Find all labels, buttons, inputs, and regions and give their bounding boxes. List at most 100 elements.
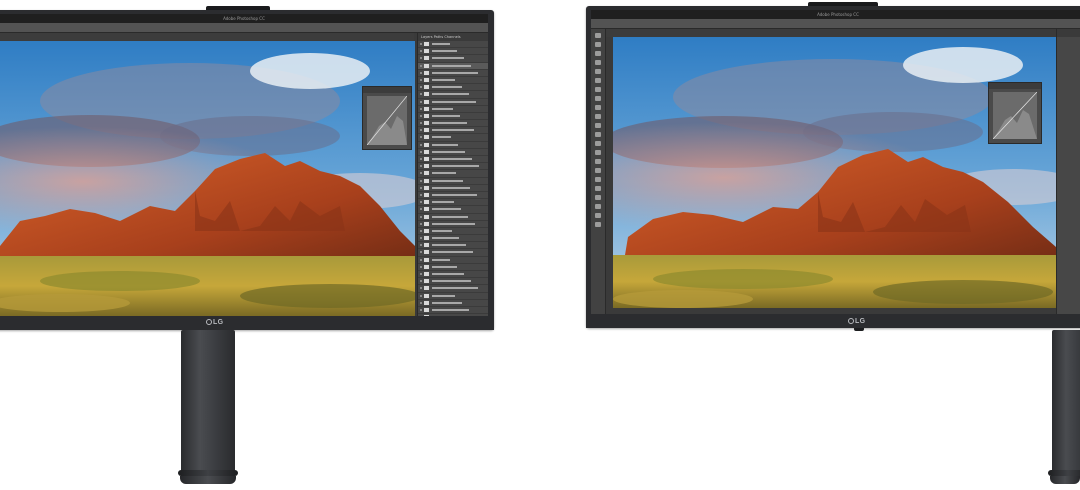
eye-icon[interactable] xyxy=(420,215,422,218)
eye-icon[interactable] xyxy=(420,50,422,53)
layer-row[interactable] xyxy=(418,271,488,279)
eye-icon[interactable] xyxy=(420,64,422,67)
eye-icon[interactable] xyxy=(420,201,422,204)
layer-row[interactable] xyxy=(418,235,488,243)
layer-row[interactable] xyxy=(418,264,488,271)
eye-icon[interactable] xyxy=(420,165,422,168)
eye-icon[interactable] xyxy=(420,57,422,60)
eye-icon[interactable] xyxy=(420,294,422,297)
eye-icon[interactable] xyxy=(420,258,422,261)
eye-icon[interactable] xyxy=(420,172,422,175)
eye-icon[interactable] xyxy=(420,100,422,103)
layer-row[interactable] xyxy=(418,62,488,70)
layer-row[interactable] xyxy=(418,142,488,149)
layer-row[interactable] xyxy=(418,307,488,315)
layer-row[interactable] xyxy=(418,48,488,56)
tool-icon[interactable] xyxy=(595,177,601,182)
tool-icon[interactable] xyxy=(595,69,601,74)
tool-icon[interactable] xyxy=(595,150,601,155)
layer-row[interactable] xyxy=(418,178,488,185)
eye-icon[interactable] xyxy=(420,158,422,160)
layer-row[interactable] xyxy=(418,293,488,300)
layer-row[interactable] xyxy=(418,99,488,106)
layer-row[interactable] xyxy=(418,91,488,99)
tool-icon[interactable] xyxy=(595,141,601,146)
tool-icon[interactable] xyxy=(595,204,601,209)
tool-icon[interactable] xyxy=(595,42,601,47)
document-tab[interactable] xyxy=(606,29,1010,37)
layer-row[interactable] xyxy=(418,185,488,192)
curves-panel[interactable] xyxy=(988,82,1042,144)
layer-row[interactable] xyxy=(418,285,488,293)
tool-icon[interactable] xyxy=(595,60,601,65)
eye-icon[interactable] xyxy=(420,301,422,304)
eye-icon[interactable] xyxy=(420,78,422,81)
layer-row[interactable] xyxy=(418,242,488,250)
layer-row[interactable] xyxy=(418,113,488,121)
layer-row[interactable] xyxy=(418,163,488,171)
panel-tabs[interactable] xyxy=(1057,29,1080,37)
eye-icon[interactable] xyxy=(420,273,422,275)
tool-icon[interactable] xyxy=(595,78,601,83)
eye-icon[interactable] xyxy=(420,186,422,189)
eye-icon[interactable] xyxy=(420,129,422,132)
layer-row[interactable] xyxy=(418,84,488,92)
eye-icon[interactable] xyxy=(420,208,422,211)
layer-row[interactable] xyxy=(418,214,488,221)
layer-row[interactable] xyxy=(418,134,488,142)
layer-row[interactable] xyxy=(418,206,488,214)
tool-icon[interactable] xyxy=(595,186,601,191)
curves-graph[interactable] xyxy=(993,92,1037,139)
eye-icon[interactable] xyxy=(420,136,422,139)
tool-icon[interactable] xyxy=(595,159,601,164)
tool-icon[interactable] xyxy=(595,195,601,200)
eye-icon[interactable] xyxy=(420,244,422,247)
eye-icon[interactable] xyxy=(420,107,422,110)
document-tab[interactable] xyxy=(0,33,414,41)
eye-icon[interactable] xyxy=(420,150,422,153)
curves-panel[interactable] xyxy=(362,86,412,150)
eye-icon[interactable] xyxy=(420,86,422,89)
eye-icon[interactable] xyxy=(420,229,422,232)
joystick-button[interactable] xyxy=(854,328,864,331)
layer-row[interactable] xyxy=(418,55,488,63)
eye-icon[interactable] xyxy=(420,222,422,225)
tool-icon[interactable] xyxy=(595,222,601,227)
eye-icon[interactable] xyxy=(420,308,422,311)
layer-row[interactable] xyxy=(418,127,488,135)
tool-icon[interactable] xyxy=(595,132,601,137)
eye-icon[interactable] xyxy=(420,71,422,74)
eye-icon[interactable] xyxy=(420,251,422,254)
layer-row[interactable] xyxy=(418,221,488,228)
layer-row[interactable] xyxy=(418,300,488,307)
eye-icon[interactable] xyxy=(420,280,422,283)
layer-row[interactable] xyxy=(418,199,488,207)
layer-row[interactable] xyxy=(418,278,488,286)
layer-row[interactable] xyxy=(418,249,488,257)
eye-icon[interactable] xyxy=(420,237,422,240)
layer-row[interactable] xyxy=(418,70,488,77)
eye-icon[interactable] xyxy=(420,265,422,268)
layer-row[interactable] xyxy=(418,77,488,85)
canvas[interactable] xyxy=(613,37,1056,308)
eye-icon[interactable] xyxy=(420,122,422,125)
tool-icon[interactable] xyxy=(595,87,601,92)
eye-icon[interactable] xyxy=(420,179,422,182)
eye-icon[interactable] xyxy=(420,143,422,146)
layer-row[interactable] xyxy=(418,170,488,178)
layer-row[interactable] xyxy=(418,41,488,49)
layer-row[interactable] xyxy=(418,156,488,164)
tool-icon[interactable] xyxy=(595,168,601,173)
tool-icon[interactable] xyxy=(595,105,601,110)
layer-row[interactable] xyxy=(418,192,488,200)
eye-icon[interactable] xyxy=(420,287,422,290)
eye-icon[interactable] xyxy=(420,93,422,96)
tool-icon[interactable] xyxy=(595,96,601,101)
tool-icon[interactable] xyxy=(595,51,601,56)
layer-row[interactable] xyxy=(418,149,488,156)
tool-icon[interactable] xyxy=(595,213,601,218)
canvas[interactable] xyxy=(0,41,415,316)
eye-icon[interactable] xyxy=(420,43,422,45)
eye-icon[interactable] xyxy=(420,193,422,196)
tool-icon[interactable] xyxy=(595,114,601,119)
